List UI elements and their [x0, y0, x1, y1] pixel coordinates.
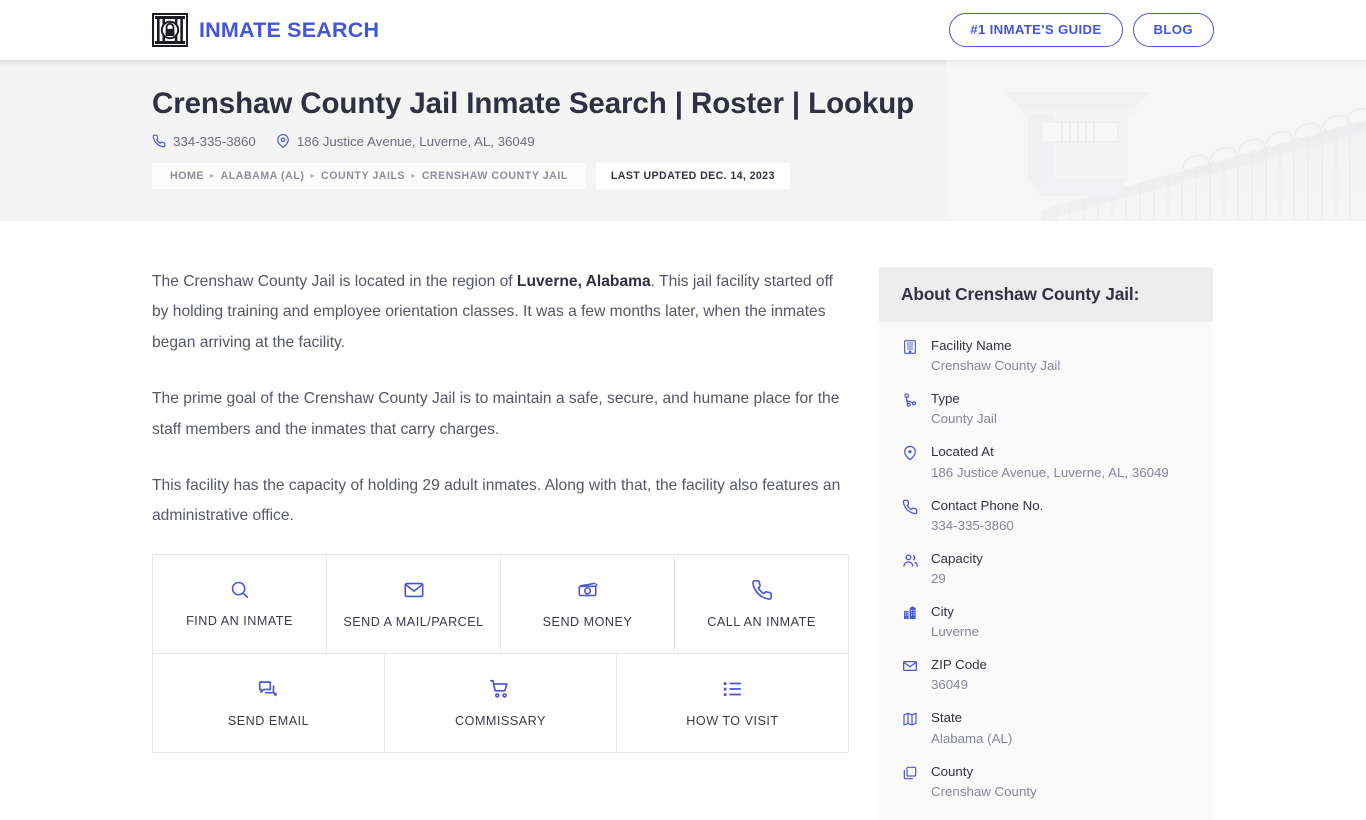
- phone-icon: [901, 499, 919, 515]
- how-to-visit-action[interactable]: HOW TO VISIT: [616, 653, 849, 753]
- main-column: The Crenshaw County Jail is located in t…: [152, 221, 849, 753]
- jail-padlock-icon: [152, 13, 188, 47]
- field-city-value: Luverne: [931, 624, 980, 640]
- field-located-at-value: 186 Justice Avenue, Luverne, AL, 36049: [931, 464, 1169, 480]
- field-zip-code-label: ZIP Code: [931, 657, 987, 673]
- field-contact-phone-label: Contact Phone No.: [931, 497, 1044, 513]
- field-zip-code: ZIP Code 36049: [901, 655, 1191, 695]
- map-pin-icon: [901, 445, 919, 461]
- brand-name: INMATE SEARCH: [199, 17, 380, 42]
- phone-icon: [152, 134, 166, 148]
- field-type: Type County Jail: [901, 389, 1191, 429]
- send-mail-parcel-label: SEND A MAIL/PARCEL: [343, 614, 484, 629]
- intro-paragraph-3: This facility has the capacity of holdin…: [152, 477, 841, 525]
- field-capacity: Capacity 29: [901, 549, 1191, 589]
- breadcrumb-item-county-jails[interactable]: COUNTY JAILS: [315, 170, 411, 182]
- brand-logo-link[interactable]: INMATE SEARCH: [152, 13, 379, 47]
- search-icon: [229, 579, 250, 600]
- map-pin-icon: [276, 134, 290, 149]
- envelope-icon: [901, 658, 919, 674]
- field-capacity-label: Capacity: [931, 550, 983, 566]
- breadcrumb-item-alabama[interactable]: ALABAMA (AL): [215, 170, 311, 182]
- send-money-label: SEND MONEY: [542, 614, 633, 629]
- node-branch-icon: [901, 392, 919, 408]
- breadcrumb-item-current: CRENSHAW COUNTY JAIL: [421, 169, 568, 182]
- blog-button[interactable]: BLOG: [1132, 13, 1214, 47]
- field-located-at: Located At 186 Justice Avenue, Luverne, …: [901, 442, 1191, 482]
- hero-phone-text: 334-335-3860: [173, 133, 256, 149]
- paragraph-1-pre: The Crenshaw County Jail is located in t…: [152, 273, 517, 290]
- inmates-guide-button[interactable]: #1 INMATE'S GUIDE: [949, 13, 1123, 47]
- call-an-inmate-action[interactable]: CALL AN INMATE: [675, 554, 849, 654]
- top-navigation-bar: INMATE SEARCH #1 INMATE'S GUIDE BLOG: [0, 0, 1366, 60]
- call-an-inmate-label: CALL AN INMATE: [707, 614, 816, 629]
- field-state: State Alabama (AL): [901, 708, 1191, 748]
- hero-banner: Crenshaw County Jail Inmate Search | Ros…: [0, 60, 1366, 221]
- chat-bubble-icon: [257, 678, 279, 700]
- field-facility-name-value: Crenshaw County Jail: [931, 358, 1061, 374]
- field-city-label: City: [931, 604, 954, 620]
- find-an-inmate-action[interactable]: FIND AN INMATE: [153, 554, 327, 654]
- quick-actions-row-1: FIND AN INMATE SEND A MAIL/PARCEL SEND M…: [153, 554, 849, 654]
- send-mail-parcel-action[interactable]: SEND A MAIL/PARCEL: [327, 554, 501, 654]
- find-an-inmate-label: FIND AN INMATE: [186, 614, 293, 629]
- map-icon: [901, 711, 919, 727]
- field-type-value: County Jail: [931, 411, 997, 427]
- quick-actions-grid: FIND AN INMATE SEND A MAIL/PARCEL SEND M…: [152, 553, 849, 753]
- about-facility-title: About Crenshaw County Jail:: [879, 267, 1213, 322]
- field-state-value: Alabama (AL): [931, 730, 1013, 746]
- about-facility-card: About Crenshaw County Jail: Facility Nam…: [879, 267, 1213, 820]
- commissary-label: COMMISSARY: [455, 713, 546, 728]
- field-capacity-value: 29: [931, 571, 946, 587]
- field-city: City Luverne: [901, 602, 1191, 642]
- envelope-icon: [403, 579, 425, 601]
- about-facility-fields: Facility Name Crenshaw County Jail Type …: [879, 322, 1213, 820]
- quick-actions-row-2: SEND EMAIL COMMISSARY HOW TO VISIT: [153, 653, 849, 753]
- building-icon: [901, 339, 919, 355]
- field-type-label: Type: [931, 391, 960, 407]
- commissary-action[interactable]: COMMISSARY: [384, 653, 617, 753]
- people-icon: [901, 552, 919, 569]
- field-located-at-label: Located At: [931, 444, 994, 460]
- field-facility-name: Facility Name Crenshaw County Jail: [901, 336, 1191, 376]
- breadcrumb-list: HOME ▸ ALABAMA (AL) ▸ COUNTY JAILS ▸ CRE…: [152, 162, 586, 189]
- field-contact-phone: Contact Phone No. 334-335-3860: [901, 496, 1191, 536]
- nav-actions: #1 INMATE'S GUIDE BLOG: [949, 13, 1214, 47]
- shopping-cart-icon: [489, 678, 511, 700]
- field-facility-name-label: Facility Name: [931, 338, 1012, 353]
- page-content: The Crenshaw County Jail is located in t…: [0, 221, 1366, 820]
- hero-phone[interactable]: 334-335-3860: [152, 134, 256, 149]
- intro-paragraph-1: The Crenshaw County Jail is located in t…: [152, 267, 849, 358]
- field-state-label: State: [931, 710, 963, 726]
- intro-paragraph-2: The prime goal of the Crenshaw County Ja…: [152, 390, 840, 438]
- send-money-action[interactable]: SEND MONEY: [501, 554, 675, 654]
- send-email-label: SEND EMAIL: [227, 713, 310, 728]
- field-county-label: County: [931, 763, 974, 779]
- sidebar-column: About Crenshaw County Jail: Facility Nam…: [879, 221, 1213, 820]
- list-icon: [721, 678, 743, 700]
- paragraph-1-bold: Luverne, Alabama: [516, 273, 651, 290]
- city-icon: [901, 605, 919, 621]
- last-updated-badge: LAST UPDATED DEC. 14, 2023: [595, 162, 790, 189]
- field-zip-code-value: 36049: [931, 677, 968, 693]
- hero-contact-meta: 334-335-3860 186 Justice Avenue, Luverne…: [152, 134, 1214, 149]
- breadcrumb: HOME ▸ ALABAMA (AL) ▸ COUNTY JAILS ▸ CRE…: [152, 162, 1214, 189]
- phone-icon: [751, 579, 773, 601]
- money-icon: [577, 579, 599, 601]
- breadcrumb-item-home[interactable]: HOME: [164, 170, 210, 182]
- field-county-value: Crenshaw County: [931, 783, 1037, 799]
- hero-address[interactable]: 186 Justice Avenue, Luverne, AL, 36049: [276, 134, 535, 149]
- field-contact-phone-value: 334-335-3860: [931, 517, 1014, 533]
- how-to-visit-label: HOW TO VISIT: [686, 713, 779, 728]
- page-title: Crenshaw County Jail Inmate Search | Ros…: [152, 87, 915, 120]
- send-email-action[interactable]: SEND EMAIL: [153, 653, 385, 753]
- copy-icon: [901, 765, 919, 781]
- hero-address-text: 186 Justice Avenue, Luverne, AL, 36049: [296, 133, 535, 149]
